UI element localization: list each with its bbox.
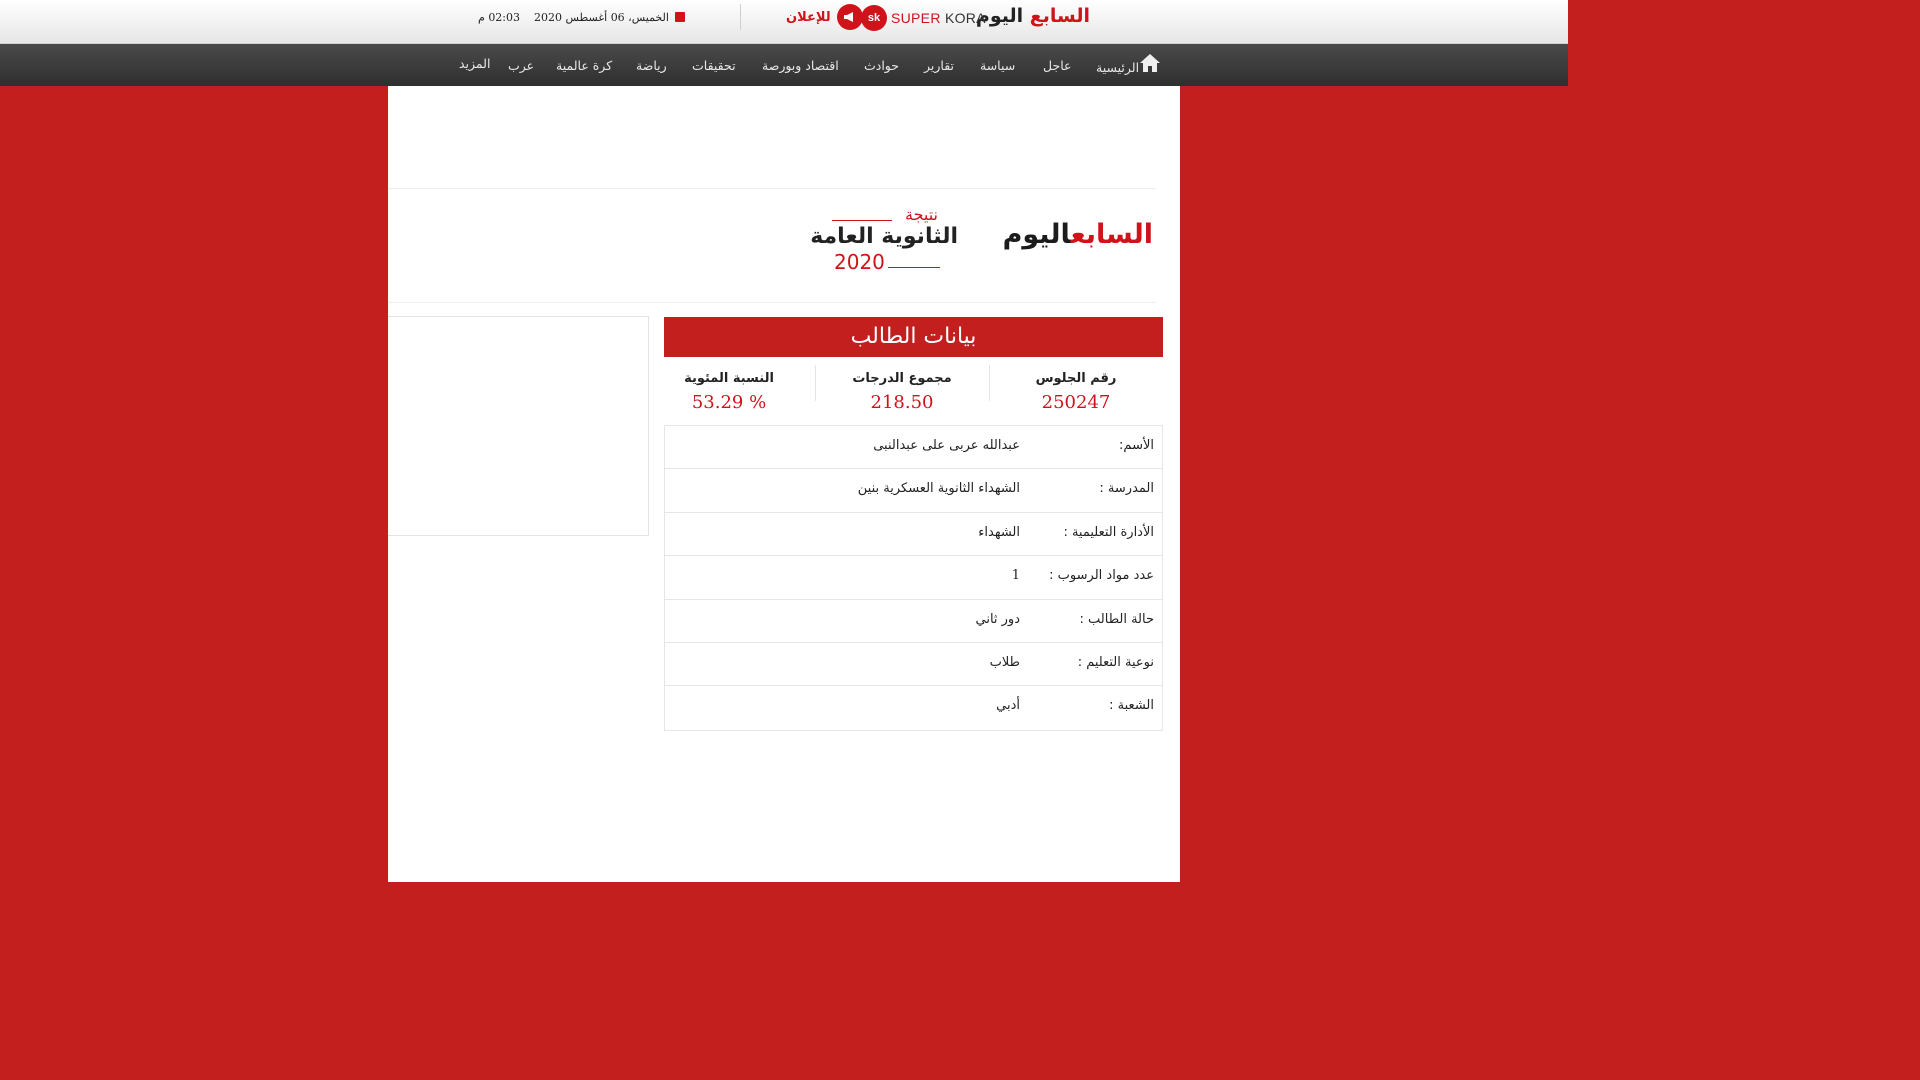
- decor-line: [832, 220, 892, 221]
- result-year: 2020: [834, 250, 885, 274]
- row-label: الأدارة التعليمية :: [1063, 524, 1154, 540]
- main-container: السابعاليوم نتيجة الثانوية العامة 2020 ب…: [388, 86, 1180, 882]
- row-label: الشعبة :: [1109, 698, 1154, 714]
- superkora-logo: sk: [861, 5, 887, 31]
- stat-divider: [989, 365, 990, 401]
- topbar-divider: [740, 4, 741, 30]
- logo-suffix-text: السابع: [1029, 5, 1090, 27]
- student-details-table: الأسم: عبدالله عربى على عبدالنبى المدرسة…: [664, 425, 1163, 731]
- stat-seat-number: رقم الجلوس 250247: [989, 365, 1163, 427]
- divider: [388, 188, 1156, 189]
- row-value: الشهداء: [978, 524, 1020, 540]
- superkora-text: SUPER KORA: [891, 10, 986, 26]
- student-data-panel: بيانات الطالب رقم الجلوس 250247 مجموع ال…: [664, 317, 1163, 731]
- table-row: المدرسة : الشهداء الثانوية العسكرية بنين: [665, 469, 1162, 513]
- date-text: الخميس، 06 أغسطس 2020: [534, 11, 686, 24]
- main-nav: الرئيسية عاجل سياسة تقارير حوادث اقتصاد …: [0, 44, 1568, 86]
- nav-item-accidents[interactable]: حوادث: [864, 58, 899, 73]
- date-value: الخميس، 06 أغسطس 2020: [534, 11, 669, 24]
- logo-suffix-text: السابع: [1070, 219, 1154, 250]
- result-banner-bottom: 2020: [818, 250, 958, 274]
- site-logo[interactable]: السابعاليوم: [1003, 219, 1154, 259]
- superkora-brand-a: SUPER: [891, 10, 941, 26]
- calendar-icon: [675, 12, 686, 22]
- table-row: الشعبة : أدبي: [665, 686, 1162, 729]
- table-row: الأسم: عبدالله عربى على عبدالنبى: [665, 426, 1162, 470]
- home-icon[interactable]: [1139, 53, 1161, 73]
- stat-label: النسبة المئوية: [684, 371, 774, 386]
- nav-item-sports[interactable]: رياضة: [636, 58, 667, 73]
- decor-line: [888, 267, 940, 268]
- nav-item-reports[interactable]: تقارير: [924, 58, 954, 73]
- row-value: دور ثاني: [975, 611, 1020, 627]
- row-value: الشهداء الثانوية العسكرية بنين: [857, 481, 1020, 497]
- superkora-link[interactable]: sk SUPER KORA: [861, 5, 986, 31]
- panel-title: بيانات الطالب: [664, 317, 1163, 357]
- table-row: حالة الطالب : دور ثاني: [665, 600, 1162, 643]
- dateline: الخميس، 06 أغسطس 2020 02:03 م: [478, 11, 686, 24]
- row-label: الأسم:: [1119, 438, 1154, 453]
- stat-total-marks: مجموع الدرجات 218.50: [815, 365, 989, 427]
- stat-percentage: النسبة المئوية 53.29 %: [642, 365, 816, 427]
- nav-item-arab[interactable]: عرب: [508, 58, 534, 73]
- stat-label: رقم الجلوس: [1035, 371, 1117, 386]
- stat-value: 218.50: [870, 392, 934, 413]
- superkora-brand-b: KORA: [944, 10, 986, 26]
- table-row: عدد مواد الرسوب : 1: [665, 556, 1162, 600]
- row-label: المدرسة :: [1099, 481, 1154, 497]
- nav-item-urgent[interactable]: عاجل: [1043, 58, 1071, 73]
- row-value: طلاب: [989, 654, 1020, 670]
- ad-box: [388, 316, 649, 536]
- result-banner-top: نتيجة: [818, 204, 958, 226]
- divider: [388, 302, 1156, 303]
- table-row: نوعية التعليم : طلاب: [665, 643, 1162, 687]
- row-value: 1: [1011, 568, 1020, 584]
- nav-item-economy[interactable]: اقتصاد وبورصة: [762, 58, 839, 73]
- ad-slot: [388, 86, 1180, 188]
- nav-item-politics[interactable]: سياسة: [980, 58, 1015, 73]
- result-title: الثانوية العامة: [810, 224, 958, 249]
- stat-value: 53.29 %: [691, 392, 767, 413]
- row-label: نوعية التعليم :: [1077, 654, 1154, 670]
- megaphone-icon: [836, 4, 863, 30]
- advertise-link[interactable]: للإعلان: [786, 4, 863, 30]
- stat-value: 250247: [1041, 392, 1111, 413]
- nav-item-investigations[interactable]: تحقيقات: [692, 58, 736, 73]
- nav-item-more[interactable]: المزيد: [459, 56, 490, 71]
- result-banner: نتيجة الثانوية العامة 2020: [810, 204, 958, 276]
- row-value: أدبي: [996, 698, 1020, 714]
- logo-prefix-text: اليوم: [1002, 219, 1072, 250]
- advertise-label: للإعلان: [786, 9, 831, 25]
- top-bar: السابع اليوم sk SUPER KORA للإعلان الخمي…: [0, 0, 1568, 44]
- nav-home[interactable]: الرئيسية: [1096, 60, 1139, 75]
- result-word: نتيجة: [904, 205, 938, 224]
- row-value: عبدالله عربى على عبدالنبى: [873, 438, 1020, 453]
- row-label: عدد مواد الرسوب :: [1049, 568, 1154, 584]
- nav-item-world-football[interactable]: كرة عالمية: [556, 58, 612, 73]
- table-row: الأدارة التعليمية : الشهداء: [665, 513, 1162, 557]
- student-stats: رقم الجلوس 250247 مجموع الدرجات 218.50 ا…: [664, 365, 1163, 427]
- time-value: 02:03 م: [478, 11, 521, 24]
- row-label: حالة الطالب :: [1079, 611, 1155, 627]
- site-logo-small[interactable]: السابع اليوم: [976, 5, 1090, 31]
- stat-label: مجموع الدرجات: [852, 371, 952, 386]
